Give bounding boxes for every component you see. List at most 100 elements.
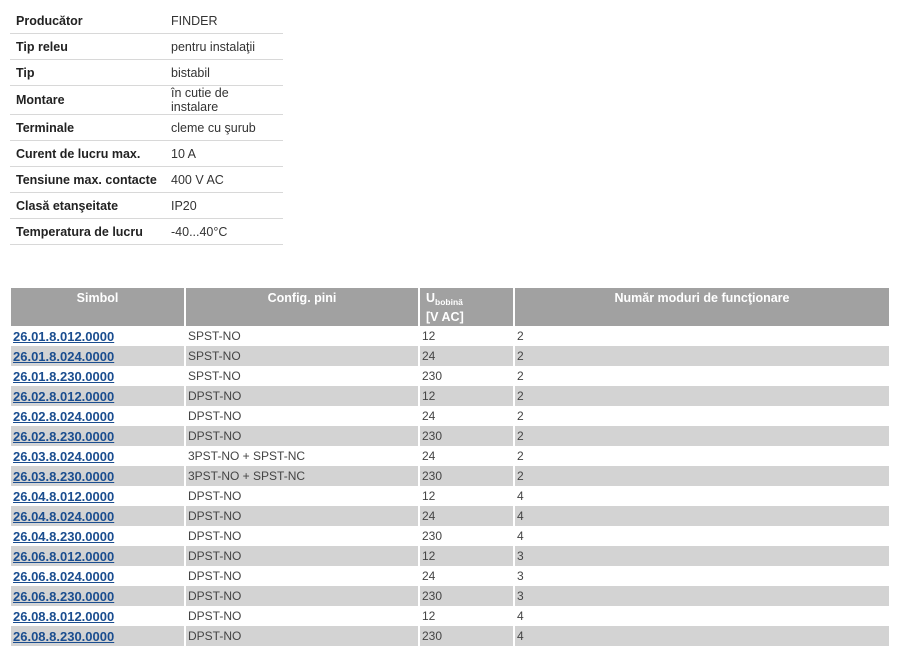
config-cell: DPST-NO	[186, 426, 420, 446]
symbol-cell: 26.02.8.024.0000	[11, 406, 186, 426]
voltage-cell: 230	[420, 426, 515, 446]
table-row: 26.02.8.012.0000 DPST-NO 12 2	[11, 386, 889, 406]
product-code-link[interactable]: 26.01.8.024.0000	[13, 349, 114, 364]
modes-cell: 3	[515, 546, 889, 566]
symbol-cell: 26.01.8.230.0000	[11, 366, 186, 386]
voltage-cell: 12	[420, 386, 515, 406]
config-cell: DPST-NO	[186, 486, 420, 506]
config-cell: DPST-NO	[186, 606, 420, 626]
modes-cell: 4	[515, 626, 889, 646]
product-code-link[interactable]: 26.04.8.230.0000	[13, 529, 114, 544]
spec-label: Tip	[10, 59, 165, 86]
spec-row: Producător FINDER	[10, 8, 283, 34]
table-row: 26.02.8.024.0000 DPST-NO 24 2	[11, 406, 889, 426]
spec-row: Curent de lucru max. 10 A	[10, 140, 283, 167]
product-code-link[interactable]: 26.06.8.024.0000	[13, 569, 114, 584]
config-cell: DPST-NO	[186, 626, 420, 646]
spec-row: Montare în cutie de instalare	[10, 85, 283, 115]
product-code-link[interactable]: 26.02.8.024.0000	[13, 409, 114, 424]
modes-cell: 2	[515, 466, 889, 486]
header-voltage: Ubobină	[420, 288, 515, 308]
table-row: 26.06.8.024.0000 DPST-NO 24 3	[11, 566, 889, 586]
modes-cell: 3	[515, 586, 889, 606]
product-code-link[interactable]: 26.02.8.230.0000	[13, 429, 114, 444]
symbol-cell: 26.04.8.024.0000	[11, 506, 186, 526]
product-code-link[interactable]: 26.02.8.012.0000	[13, 389, 114, 404]
subheader-modes-empty	[515, 308, 889, 326]
product-code-link[interactable]: 26.04.8.012.0000	[13, 489, 114, 504]
product-code-link[interactable]: 26.01.8.230.0000	[13, 369, 114, 384]
modes-cell: 2	[515, 426, 889, 446]
product-code-link[interactable]: 26.01.8.012.0000	[13, 329, 114, 344]
table-row: 26.03.8.230.0000 3PST-NO + SPST-NC 230 2	[11, 466, 889, 486]
modes-cell: 2	[515, 406, 889, 426]
header-subrow: [V AC]	[11, 308, 889, 326]
product-code-link[interactable]: 26.08.8.012.0000	[13, 609, 114, 624]
header-symbol: Simbol	[11, 288, 186, 308]
table-row: 26.01.8.012.0000 SPST-NO 12 2	[11, 326, 889, 346]
products-body: 26.01.8.012.0000 SPST-NO 12 2 26.01.8.024.00…	[11, 326, 889, 646]
specs-table: Producător FINDER Tip releu pentru instalaţ…	[10, 8, 283, 245]
table-row: 26.04.8.012.0000 DPST-NO 12 4	[11, 486, 889, 506]
symbol-cell: 26.03.8.024.0000	[11, 446, 186, 466]
symbol-cell: 26.06.8.012.0000	[11, 546, 186, 566]
spec-value: pentru instalaţii	[165, 33, 283, 60]
spec-row: Clasă etanşeitate IP20	[10, 192, 283, 219]
modes-cell: 4	[515, 506, 889, 526]
table-row: 26.06.8.230.0000 DPST-NO 230 3	[11, 586, 889, 606]
modes-cell: 2	[515, 346, 889, 366]
spec-label: Curent de lucru max.	[10, 140, 165, 167]
modes-cell: 2	[515, 326, 889, 346]
product-code-link[interactable]: 26.08.8.230.0000	[13, 629, 114, 644]
symbol-cell: 26.06.8.230.0000	[11, 586, 186, 606]
header-voltage-symbol: U	[426, 291, 436, 305]
spec-value: 10 A	[165, 140, 283, 167]
spec-label: Clasă etanşeitate	[10, 192, 165, 219]
subheader-config-empty	[186, 308, 420, 326]
table-row: 26.04.8.024.0000 DPST-NO 24 4	[11, 506, 889, 526]
spec-value: în cutie de instalare	[165, 85, 283, 115]
products-table: Simbol Config. pini Ubobină Număr moduri…	[11, 288, 889, 646]
spec-row: Tip bistabil	[10, 59, 283, 86]
product-code-link[interactable]: 26.03.8.230.0000	[13, 469, 114, 484]
spec-value: IP20	[165, 192, 283, 219]
config-cell: SPST-NO	[186, 366, 420, 386]
product-code-link[interactable]: 26.06.8.230.0000	[13, 589, 114, 604]
symbol-cell: 26.03.8.230.0000	[11, 466, 186, 486]
modes-cell: 3	[515, 566, 889, 586]
symbol-cell: 26.04.8.230.0000	[11, 526, 186, 546]
symbol-cell: 26.04.8.012.0000	[11, 486, 186, 506]
spec-value: bistabil	[165, 59, 283, 86]
voltage-cell: 24	[420, 446, 515, 466]
voltage-cell: 230	[420, 466, 515, 486]
voltage-cell: 12	[420, 546, 515, 566]
config-cell: SPST-NO	[186, 346, 420, 366]
voltage-cell: 230	[420, 626, 515, 646]
config-cell: DPST-NO	[186, 586, 420, 606]
config-cell: DPST-NO	[186, 546, 420, 566]
modes-cell: 4	[515, 526, 889, 546]
config-cell: SPST-NO	[186, 326, 420, 346]
header-config: Config. pini	[186, 288, 420, 308]
spec-row: Tip releu pentru instalaţii	[10, 33, 283, 60]
voltage-cell: 12	[420, 326, 515, 346]
product-code-link[interactable]: 26.04.8.024.0000	[13, 509, 114, 524]
product-code-link[interactable]: 26.03.8.024.0000	[13, 449, 114, 464]
symbol-cell: 26.06.8.024.0000	[11, 566, 186, 586]
spec-value: FINDER	[165, 8, 283, 34]
product-code-link[interactable]: 26.06.8.012.0000	[13, 549, 114, 564]
table-row: 26.01.8.024.0000 SPST-NO 24 2	[11, 346, 889, 366]
config-cell: DPST-NO	[186, 526, 420, 546]
spec-label: Producător	[10, 8, 165, 34]
voltage-cell: 24	[420, 406, 515, 426]
voltage-cell: 12	[420, 606, 515, 626]
spec-row: Tensiune max. contacte 400 V AC	[10, 166, 283, 193]
config-cell: 3PST-NO + SPST-NC	[186, 446, 420, 466]
specs-body: Producător FINDER Tip releu pentru instalaţ…	[10, 8, 283, 245]
voltage-cell: 24	[420, 346, 515, 366]
spec-row: Temperatura de lucru -40...40°C	[10, 218, 283, 245]
modes-cell: 2	[515, 366, 889, 386]
modes-cell: 4	[515, 606, 889, 626]
spec-label: Montare	[10, 85, 165, 115]
table-row: 26.08.8.012.0000 DPST-NO 12 4	[11, 606, 889, 626]
